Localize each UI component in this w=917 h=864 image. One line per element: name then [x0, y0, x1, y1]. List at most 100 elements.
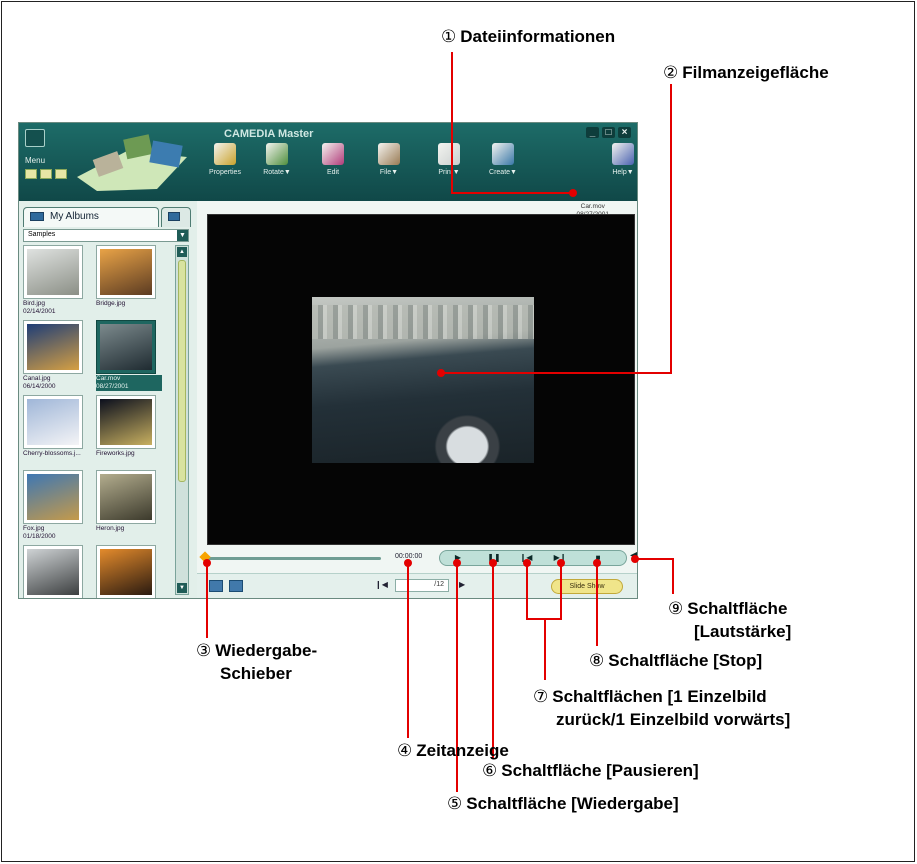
callout-label-2: ② Filmanzeigefläche — [663, 63, 829, 82]
callout-dot-4 — [404, 559, 412, 567]
callout-line-2b — [442, 372, 672, 374]
callout-label-9b: [Lautstärke] — [694, 622, 792, 641]
callout-label-7b: zurück/1 Einzelbild vorwärts] — [556, 710, 791, 729]
thumbnail-caption: Cherry-blossoms.j... — [23, 450, 89, 458]
callout-label-8: ⑧ Schaltfläche [Stop] — [589, 651, 763, 670]
callout-dot-1 — [569, 189, 577, 197]
toolbar-file-button[interactable]: File▼ — [369, 143, 409, 176]
album-dropdown-value: Samples — [28, 231, 56, 238]
edit-icon — [322, 143, 344, 165]
toolbar-properties-button[interactable]: Properties — [205, 143, 245, 176]
callout-line-4 — [407, 562, 409, 738]
tab-my-albums-label: My Albums — [50, 211, 99, 222]
thumbnail-image — [23, 470, 83, 524]
album-dropdown[interactable]: Samples ▼ — [23, 229, 189, 242]
callout-label-3b: Schieber — [220, 664, 292, 683]
thumbnail-image — [96, 395, 156, 449]
properties-icon — [214, 143, 236, 165]
file-name: Car.mov — [580, 203, 605, 210]
thumbnail-filename: Fox.jpg — [23, 525, 45, 532]
callout-label-9: ⑨ Schaltfläche — [668, 599, 788, 618]
status-bar: ❙◀ /12 ▶ Slide Show — [197, 573, 637, 598]
thumbnail-item[interactable]: Fox.jpg 01/18/2000 — [23, 470, 89, 541]
callout-dot-2 — [437, 369, 445, 377]
toolbar-edit-button[interactable]: Edit — [313, 143, 353, 176]
thumbnail-image — [96, 245, 156, 299]
scrollbar-thumb[interactable] — [178, 260, 186, 482]
thumbnail-caption: Car.mov 08/27/2001 — [96, 375, 162, 391]
callout-line-9b — [672, 558, 674, 594]
callout-dot-8 — [593, 559, 601, 567]
thumbnail-item[interactable]: Cherry-blossoms.j... — [23, 395, 89, 458]
toolbar-create-button[interactable]: Create▼ — [483, 143, 523, 176]
print-icon — [438, 143, 460, 165]
thumbnail-date: 06/14/2000 — [23, 383, 56, 390]
thumbnail-item[interactable]: Bridge.jpg — [96, 245, 162, 308]
tab-search[interactable] — [161, 207, 191, 227]
thumbnail-image — [23, 320, 83, 374]
menu-icon[interactable] — [25, 129, 45, 147]
thumbnail-caption: Heron.jpg — [96, 525, 162, 533]
movie-display-area — [207, 214, 635, 545]
playback-slider-track[interactable] — [205, 557, 381, 560]
thumbnail-date: 01/18/2000 — [23, 533, 56, 540]
minimize-button[interactable]: _ — [586, 127, 599, 138]
thumbnail-item[interactable]: Bird.jpg 02/14/2001 — [23, 245, 89, 316]
chevron-down-icon[interactable]: ▼ — [177, 230, 188, 241]
callout-label-5: ⑤ Schaltfläche [Wiedergabe] — [447, 794, 679, 813]
next-page-icon[interactable]: ▶ — [459, 580, 465, 589]
maximize-button[interactable]: □ — [602, 127, 615, 138]
movie-frame — [312, 297, 534, 463]
toolbar-label: Edit — [326, 169, 340, 176]
callout-label-6: ⑥ Schaltfläche [Pausieren] — [482, 761, 699, 780]
thumbnail-item[interactable]: Car.mov 08/27/2001 — [96, 320, 162, 391]
thumbnail-caption: Fox.jpg 01/18/2000 — [23, 525, 89, 541]
fit-view-icon[interactable] — [209, 580, 223, 592]
thumbnail-item[interactable]: Canal.jpg 06/14/2000 — [23, 320, 89, 391]
thumbnail-date: 02/14/2001 — [23, 308, 56, 315]
thumbnail-item[interactable] — [96, 545, 162, 598]
callout-label-3: ③ Wiedergabe- — [196, 641, 318, 660]
callout-line-3 — [206, 562, 208, 638]
thumbnail-item[interactable] — [23, 545, 89, 598]
toolbar-label: Rotate▼ — [263, 169, 291, 176]
toolbar-label: Help▼ — [612, 169, 634, 176]
file-icon — [378, 143, 400, 165]
close-button[interactable]: × — [618, 127, 631, 138]
callout-dot-7a — [523, 559, 531, 567]
thumbnail-filename: Bird.jpg — [23, 300, 46, 307]
first-page-icon[interactable]: ❙◀ — [375, 580, 388, 589]
thumbnail-date: 08/27/2001 — [96, 383, 129, 390]
callout-dot-6 — [489, 559, 497, 567]
toolbar-help-button[interactable]: Help▼ — [603, 143, 637, 176]
thumbnail-caption: Bird.jpg 02/14/2001 — [23, 300, 89, 316]
toolbar-print-button[interactable]: Print▼ — [429, 143, 469, 176]
menu-label[interactable]: Menu — [25, 156, 45, 165]
view-mode-icons[interactable] — [25, 169, 67, 179]
viewer-area: Car.mov 08/27/2001 00:00:00 ▶ ❚❚ ❙◀ ▶❙ ■… — [197, 201, 637, 598]
toolbar-rotate-button[interactable]: Rotate▼ — [257, 143, 297, 176]
help-icon — [612, 143, 634, 165]
thumbnail-image — [96, 545, 156, 598]
callout-label-1: ① Dateiinformationen — [441, 27, 616, 46]
actual-size-icon[interactable] — [229, 580, 243, 592]
thumbnail-scrollbar[interactable]: ▲ ▼ — [175, 245, 189, 595]
callout-line-1 — [451, 52, 453, 194]
callout-line-7b — [560, 562, 562, 620]
scroll-down-icon[interactable]: ▼ — [177, 583, 187, 593]
toolbar-label: Create▼ — [489, 169, 517, 176]
window-controls: _ □ × — [586, 127, 631, 138]
page-indicator[interactable]: /12 — [395, 579, 449, 592]
callout-label-7: ⑦ Schaltflächen [1 Einzelbild — [533, 687, 767, 706]
scroll-up-icon[interactable]: ▲ — [177, 247, 187, 257]
thumbnail-item[interactable]: Heron.jpg — [96, 470, 162, 533]
callout-dot-7b — [557, 559, 565, 567]
album-icon — [30, 211, 44, 221]
thumbnail-filename: Heron.jpg — [96, 525, 125, 532]
callout-label-4: ④ Zeitanzeige — [397, 741, 509, 760]
tab-my-albums[interactable]: My Albums — [23, 207, 159, 227]
thumbnail-item[interactable]: Fireworks.jpg — [96, 395, 162, 458]
callout-line-9a — [636, 558, 674, 560]
callout-line-8 — [596, 562, 598, 646]
callout-dot-3 — [203, 559, 211, 567]
